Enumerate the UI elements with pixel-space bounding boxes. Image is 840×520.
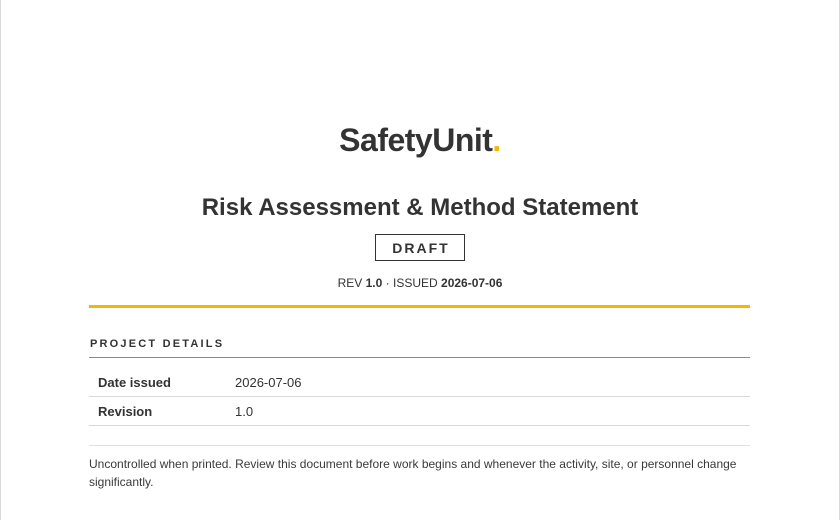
row-value: 2026-07-06 (235, 368, 750, 397)
rev-separator: · (385, 276, 390, 290)
revision-line: REV 1.0 · ISSUED 2026-07-06 (0, 276, 840, 290)
status-badge: DRAFT (375, 234, 465, 261)
project-details-table: Date issued 2026-07-06 Revision 1.0 (89, 368, 750, 426)
brand-logo: SafetyUnit. (0, 122, 840, 159)
section-heading-project-details: PROJECT DETAILS (90, 338, 225, 350)
accent-divider (89, 305, 750, 308)
footer-divider (89, 445, 750, 446)
issued-label: ISSUED (392, 276, 438, 290)
brand-name: SafetyUnit (339, 122, 493, 158)
table-row: Date issued 2026-07-06 (89, 368, 750, 397)
control-notice: Uncontrolled when printed. Review this d… (89, 457, 737, 489)
row-label: Revision (89, 396, 235, 426)
brand-dot: . (492, 122, 501, 158)
rev-value: 1.0 (365, 276, 383, 290)
table-row: Revision 1.0 (89, 396, 750, 426)
section-divider (89, 357, 750, 358)
row-value: 1.0 (235, 396, 750, 426)
document-title: Risk Assessment & Method Statement (201, 194, 639, 221)
row-label: Date issued (89, 368, 235, 397)
issued-value: 2026-07-06 (441, 276, 503, 290)
rev-label: REV (337, 276, 363, 290)
